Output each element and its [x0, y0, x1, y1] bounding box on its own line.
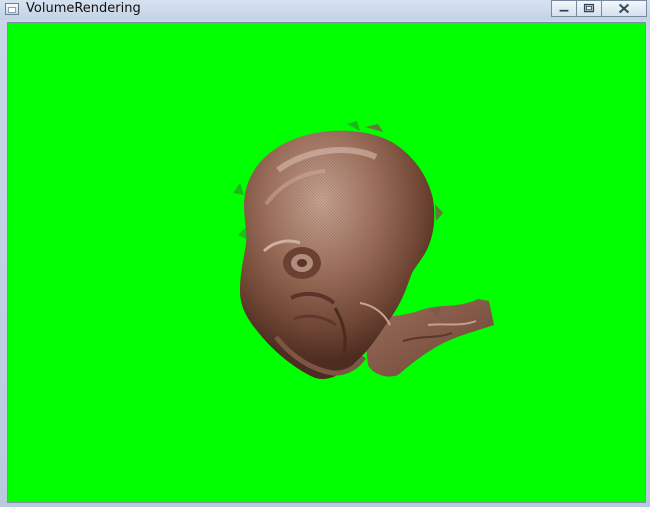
volume-rendered-head — [233, 121, 494, 380]
close-icon — [618, 3, 630, 14]
volume-render-canvas — [233, 121, 494, 380]
application-window: VolumeRendering — [0, 0, 650, 507]
restore-icon — [583, 3, 595, 13]
close-button[interactable] — [601, 0, 647, 17]
window-title: VolumeRendering — [26, 1, 141, 16]
minimize-icon — [559, 9, 569, 12]
window-controls — [551, 0, 647, 17]
minimize-button[interactable] — [551, 0, 577, 17]
title-bar[interactable]: VolumeRendering — [0, 0, 650, 20]
app-icon[interactable] — [5, 3, 19, 15]
maximize-button[interactable] — [576, 0, 602, 17]
render-viewport[interactable] — [7, 22, 646, 503]
